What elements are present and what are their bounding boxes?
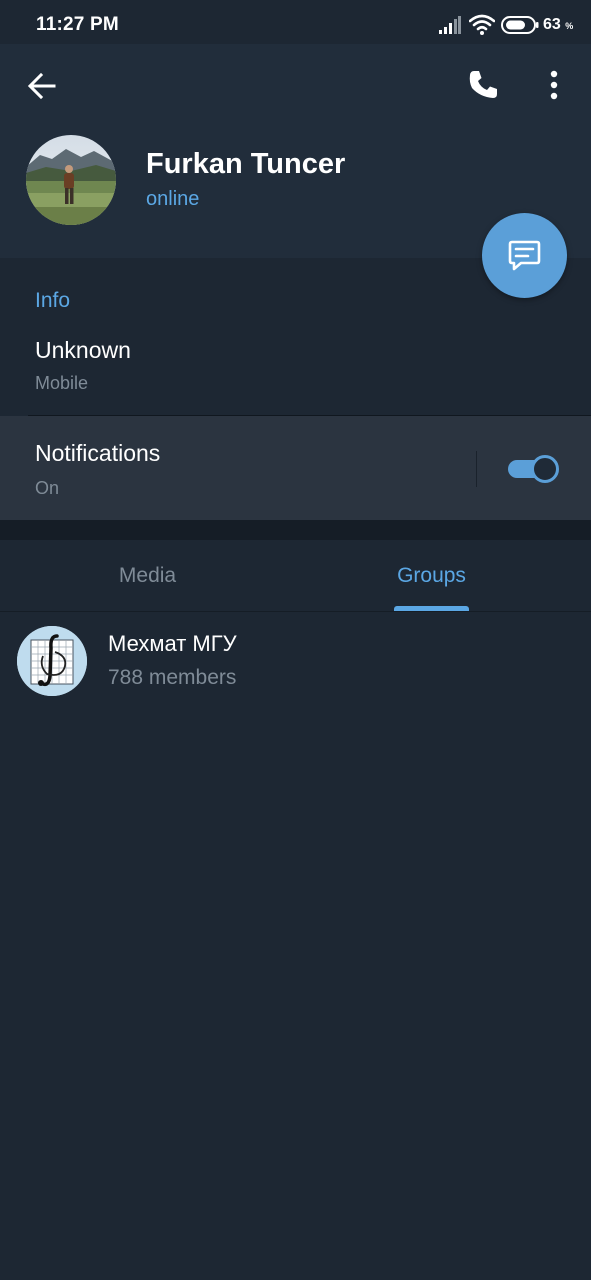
phone-icon[interactable] — [466, 68, 500, 102]
tab-active-indicator — [394, 606, 469, 611]
notifications-title: Notifications — [35, 440, 161, 466]
status-bar: 11:27 PM 63 % — [0, 0, 591, 44]
section-separator — [0, 520, 591, 540]
more-vertical-icon[interactable] — [540, 68, 568, 102]
battery-percent-value: 63 — [543, 16, 561, 33]
toggle-knob — [531, 455, 559, 483]
status-time: 11:27 PM — [36, 14, 119, 35]
tab-media[interactable]: Media — [0, 540, 295, 612]
signal-icon — [439, 16, 461, 34]
group-logo-icon — [17, 626, 87, 696]
info-title: Info — [35, 289, 71, 312]
profile-avatar-photo — [26, 135, 116, 225]
phone-value[interactable]: Unknown — [35, 337, 131, 364]
send-message-button[interactable] — [482, 213, 567, 298]
list-item[interactable]: Мехмат МГУ 788 members — [0, 612, 591, 708]
notifications-state: On — [35, 478, 60, 498]
group-avatar — [17, 626, 87, 696]
tab-groups[interactable]: Groups — [284, 540, 579, 612]
group-name: Мехмат МГУ — [108, 631, 237, 656]
profile-avatar[interactable] — [26, 135, 116, 225]
battery-percent: 63 % — [543, 16, 573, 34]
notifications-toggle[interactable] — [507, 453, 559, 483]
phone-label: Mobile — [35, 373, 89, 393]
wifi-icon — [469, 14, 495, 35]
profile-status: online — [146, 188, 200, 210]
notifications-row[interactable]: Notifications On — [0, 416, 591, 520]
back-arrow-icon[interactable] — [26, 70, 58, 102]
divider — [476, 451, 477, 487]
media-tabs: Media Groups — [0, 540, 591, 612]
battery-icon — [501, 16, 539, 34]
message-icon — [508, 240, 541, 271]
group-members: 788 members — [108, 666, 237, 689]
profile-name: Furkan Tuncer — [146, 148, 346, 180]
battery-percent-unit: % — [565, 21, 574, 31]
